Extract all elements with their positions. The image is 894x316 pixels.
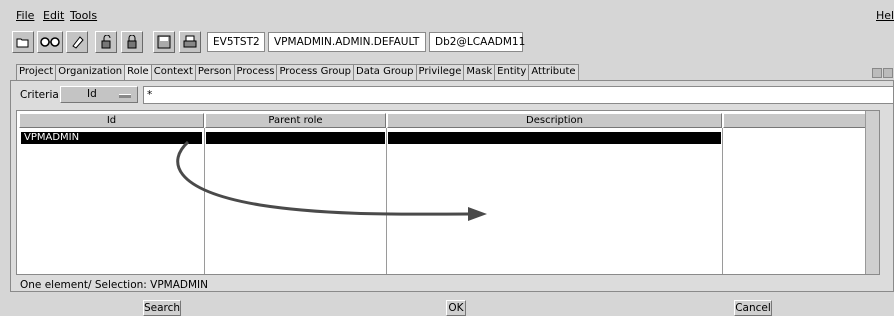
search-button[interactable]: Search xyxy=(143,300,181,316)
ok-button[interactable]: OK xyxy=(446,300,466,316)
status-text: One element/ Selection: VPMADMIN xyxy=(20,279,209,291)
annotation-arrow xyxy=(176,140,487,221)
cancel-button[interactable]: Cancel xyxy=(734,300,772,316)
